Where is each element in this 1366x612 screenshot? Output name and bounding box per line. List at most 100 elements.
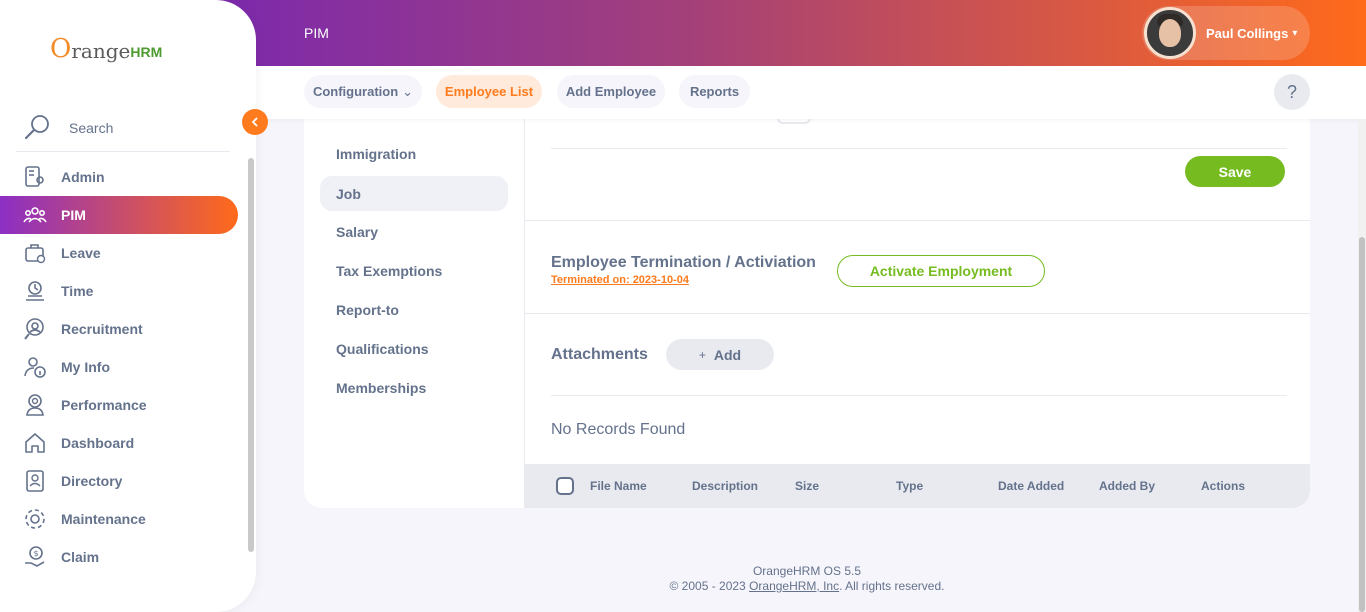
tab-label: Report-to [336,301,399,318]
sidebar-item-label: Maintenance [61,511,146,527]
sidebar-item-pim[interactable]: PIM [0,196,238,234]
admin-icon [22,164,48,190]
divider [551,395,1287,396]
user-dropdown[interactable]: Paul Collings ▾ [1142,6,1310,60]
tab-label: Salary [336,223,379,240]
leave-icon [22,240,48,266]
svg-text:$: $ [33,549,38,558]
footer-copyright: © 2005 - 2023 OrangeHRM, Inc. All rights… [304,579,1310,594]
collapse-sidebar-button[interactable] [242,109,268,135]
chevron-down-icon: ⌄ [402,83,414,99]
tab-employee-list-label: Employee List [444,84,534,99]
tab-report-to[interactable]: Report-to [320,292,508,327]
sidebar-item-admin[interactable]: Admin [0,158,256,196]
tab-label: Tax Exemptions [336,262,443,279]
page-scrollbar-thumb[interactable] [1359,237,1365,612]
tab-immigration[interactable]: Immigration [320,136,508,171]
sidebar-item-time[interactable]: Time [0,272,256,310]
sidebar-item-label: Performance [61,397,147,413]
divider [551,148,1287,149]
logo-o: O [50,34,72,64]
tab-reports-label: Reports [689,84,740,99]
sidebar-item-label: PIM [61,207,86,223]
tab-label: Memberships [336,379,427,396]
copyright-prefix: © 2005 - 2023 [669,579,750,593]
brand-logo: Orange HRM [50,32,162,66]
column-header: Description [692,479,759,493]
sidebar-item-label: Dashboard [61,435,135,451]
add-label: Add [713,346,742,363]
sidebar-item-recruitment[interactable]: Recruitment [0,310,256,348]
tab-salary[interactable]: Salary [320,214,508,249]
sidebar-item-dashboard[interactable]: Dashboard [0,424,256,462]
sidebar-item-claim[interactable]: $ Claim [0,538,256,576]
no-records-text: No Records Found [551,421,686,438]
claim-icon: $ [22,544,48,570]
help-button[interactable]: ? [1274,74,1310,110]
profile-tabs: Immigration Job Salary Tax Exemptions Re… [304,80,524,508]
sidebar-search[interactable]: Search [16,104,230,152]
termination-title: Employee Termination / Activiation [551,254,816,271]
sidebar-item-directory[interactable]: Directory [0,462,256,500]
column-header: Date Added [998,479,1065,493]
page-scrollbar[interactable] [1358,119,1366,612]
sidebar-item-label: Recruitment [61,321,143,337]
avatar [1144,7,1196,59]
sidebar-item-label: Claim [61,549,100,565]
plus-icon: + [698,347,706,362]
sidebar-item-my-info[interactable]: My Info [0,348,256,386]
logo-range: range [71,39,131,63]
top-nav: Configuration ⌄ Employee List Add Employ… [256,66,1366,119]
pim-icon [22,202,48,228]
sidebar-item-label: Directory [61,473,123,489]
sidebar-scrollbar[interactable] [248,158,254,552]
tab-configuration-label: Configuration [312,84,399,99]
activate-employment-button[interactable]: Activate Employment [837,255,1045,287]
tab-memberships[interactable]: Memberships [320,370,508,405]
caret-down-icon: ▾ [1292,27,1298,39]
tab-label: Immigration [336,145,417,162]
add-attachment-button[interactable]: + Add [666,339,774,370]
sidebar: Orange HRM Search Admin PIM Leave Time Re… [0,0,256,612]
sidebar-item-label: Admin [61,169,105,185]
sidebar-item-leave[interactable]: Leave [0,234,256,272]
recruitment-icon [22,316,48,342]
column-header: Added By [1099,479,1156,493]
tab-configuration[interactable]: Configuration ⌄ [304,75,422,108]
sidebar-item-label: My Info [61,359,110,375]
maintenance-icon [22,506,48,532]
chevron-left-icon [251,117,258,127]
tab-add-employee[interactable]: Add Employee [557,75,665,108]
column-header: Type [896,479,924,493]
job-content: Save Employee Termination / Activiation … [524,80,1310,508]
company-link[interactable]: OrangeHRM, Inc [749,579,839,593]
sidebar-item-label: Time [61,283,94,299]
directory-icon [22,468,48,494]
tab-label: Job [336,185,361,202]
divider [525,313,1310,314]
tab-qualifications[interactable]: Qualifications [320,331,508,366]
performance-icon [22,392,48,418]
user-name: Paul Collings [1206,25,1289,41]
employee-details-card: Immigration Job Salary Tax Exemptions Re… [304,80,1310,508]
sidebar-item-maintenance[interactable]: Maintenance [0,500,256,538]
tab-add-employee-label: Add Employee [565,84,657,99]
column-header: Actions [1201,479,1246,493]
sidebar-nav: Admin PIM Leave Time Recruitment My Info… [0,158,256,576]
tab-tax-exemptions[interactable]: Tax Exemptions [320,253,508,288]
tab-employee-list[interactable]: Employee List [436,75,542,108]
sidebar-item-performance[interactable]: Performance [0,386,256,424]
time-icon [22,278,48,304]
copyright-suffix: . All rights reserved. [839,579,945,593]
termination-date-link[interactable]: Terminated on: 2023-10-04 [551,274,689,286]
footer: OrangeHRM OS 5.5 © 2005 - 2023 OrangeHRM… [304,564,1310,594]
divider [525,220,1310,221]
my-info-icon [22,354,48,380]
tab-job[interactable]: Job [320,176,508,211]
attachments-title: Attachments [551,346,648,363]
save-button[interactable]: Save [1185,156,1285,187]
tab-reports[interactable]: Reports [679,75,750,108]
select-all-checkbox[interactable] [556,477,574,495]
column-header: File Name [590,479,647,493]
column-header: Size [795,479,820,493]
